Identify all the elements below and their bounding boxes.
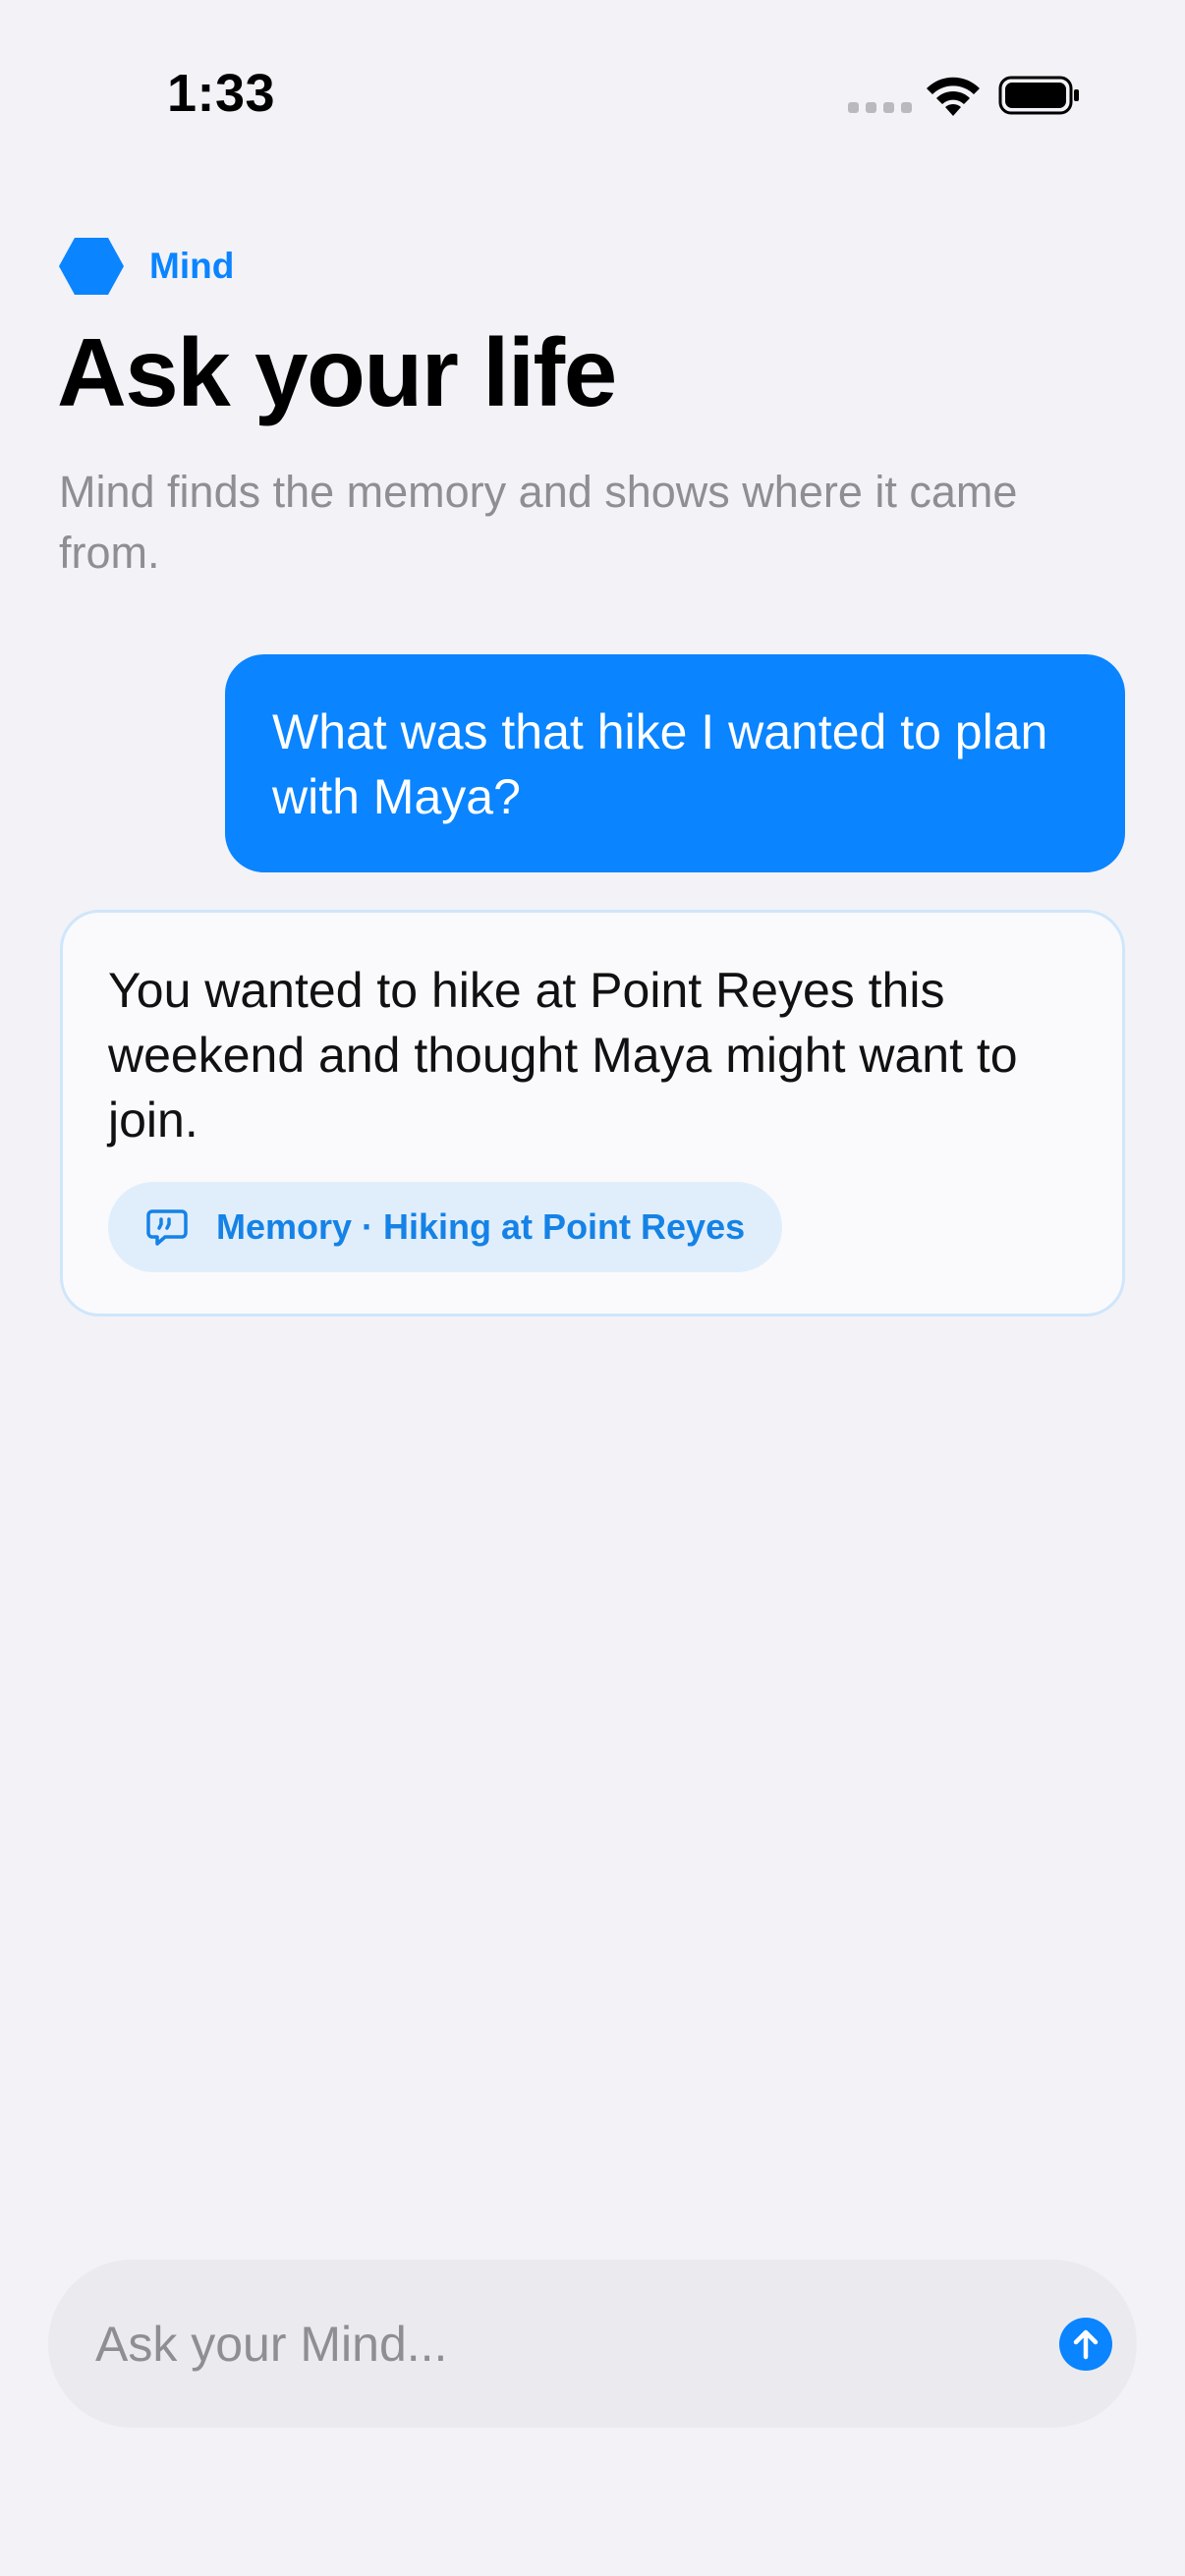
answer-card: You wanted to hike at Point Reyes this w…: [60, 910, 1125, 1316]
app-tag: Mind: [59, 238, 234, 295]
cellular-signal-icon: [848, 102, 912, 113]
send-button[interactable]: [1036, 2294, 1136, 2394]
status-time: 1:33: [167, 64, 276, 123]
status-bar: 1:33: [0, 0, 1185, 196]
memory-source-chip[interactable]: Memory · Hiking at Point Reyes: [108, 1182, 783, 1272]
arrow-up-circle-icon: [1059, 2318, 1112, 2371]
wifi-icon: [927, 77, 980, 116]
ask-input[interactable]: [95, 2260, 980, 2428]
user-message-text: What was that hike I wanted to plan with…: [272, 704, 1048, 824]
memory-source-label: Memory · Hiking at Point Reyes: [216, 1206, 746, 1247]
hexagon-icon: [59, 238, 124, 295]
composer: [48, 2260, 1137, 2428]
page-title: Ask your life: [57, 318, 617, 426]
page-subtitle: Mind finds the memory and shows where it…: [59, 467, 1018, 578]
quote-bubble-icon: [146, 1209, 188, 1246]
answer-text: You wanted to hike at Point Reyes this w…: [108, 963, 1018, 1148]
app-name: Mind: [149, 246, 235, 286]
battery-icon: [998, 76, 1079, 115]
user-message-bubble: What was that hike I wanted to plan with…: [225, 654, 1125, 872]
